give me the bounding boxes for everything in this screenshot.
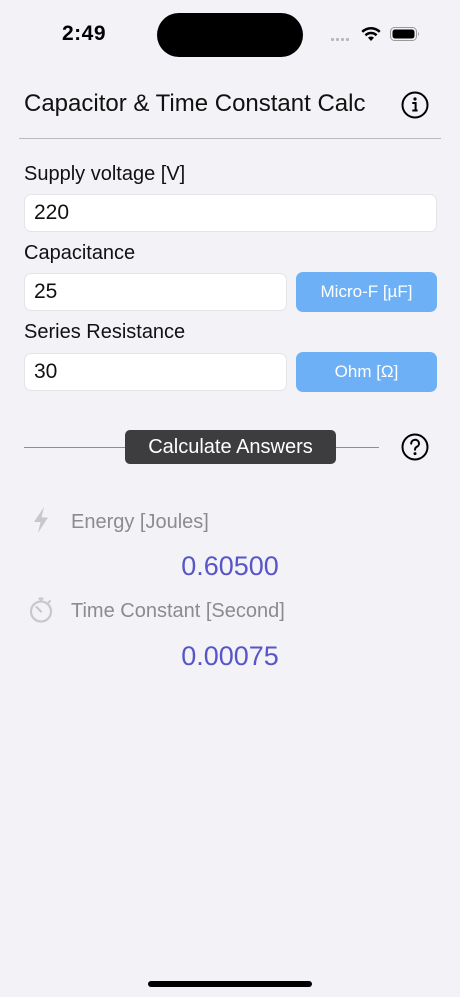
capacitance-label: Capacitance bbox=[24, 242, 136, 264]
cellular-signal-icon bbox=[331, 38, 353, 42]
info-icon[interactable] bbox=[400, 90, 430, 120]
home-indicator bbox=[148, 981, 312, 987]
resistance-input[interactable] bbox=[24, 353, 287, 391]
wifi-icon bbox=[361, 26, 381, 41]
calculate-button[interactable]: Calculate Answers bbox=[125, 430, 336, 464]
time-constant-label: Time Constant [Second] bbox=[71, 600, 285, 622]
dynamic-island bbox=[157, 13, 303, 57]
help-icon[interactable] bbox=[400, 432, 430, 462]
voltage-input[interactable] bbox=[24, 194, 437, 232]
calculate-divider-right bbox=[335, 447, 379, 448]
voltage-label: Supply voltage [V] bbox=[24, 163, 186, 185]
resistance-unit-button[interactable]: Ohm [Ω] bbox=[296, 352, 437, 392]
status-time: 2:49 bbox=[62, 22, 107, 45]
header-divider bbox=[19, 138, 441, 139]
capacitance-input[interactable] bbox=[24, 273, 287, 311]
stopwatch-icon bbox=[29, 597, 53, 623]
page-title: Capacitor & Time Constant Calc bbox=[24, 90, 366, 117]
energy-value: 0.60500 bbox=[181, 551, 279, 581]
energy-label: Energy [Joules] bbox=[71, 511, 209, 533]
capacitance-unit-button[interactable]: Micro-F [µF] bbox=[296, 272, 437, 312]
time-constant-value: 0.00075 bbox=[181, 641, 279, 671]
battery-icon bbox=[390, 27, 419, 41]
resistance-label: Series Resistance bbox=[24, 321, 186, 343]
bolt-icon bbox=[34, 507, 48, 533]
calculate-divider-left bbox=[24, 447, 126, 448]
